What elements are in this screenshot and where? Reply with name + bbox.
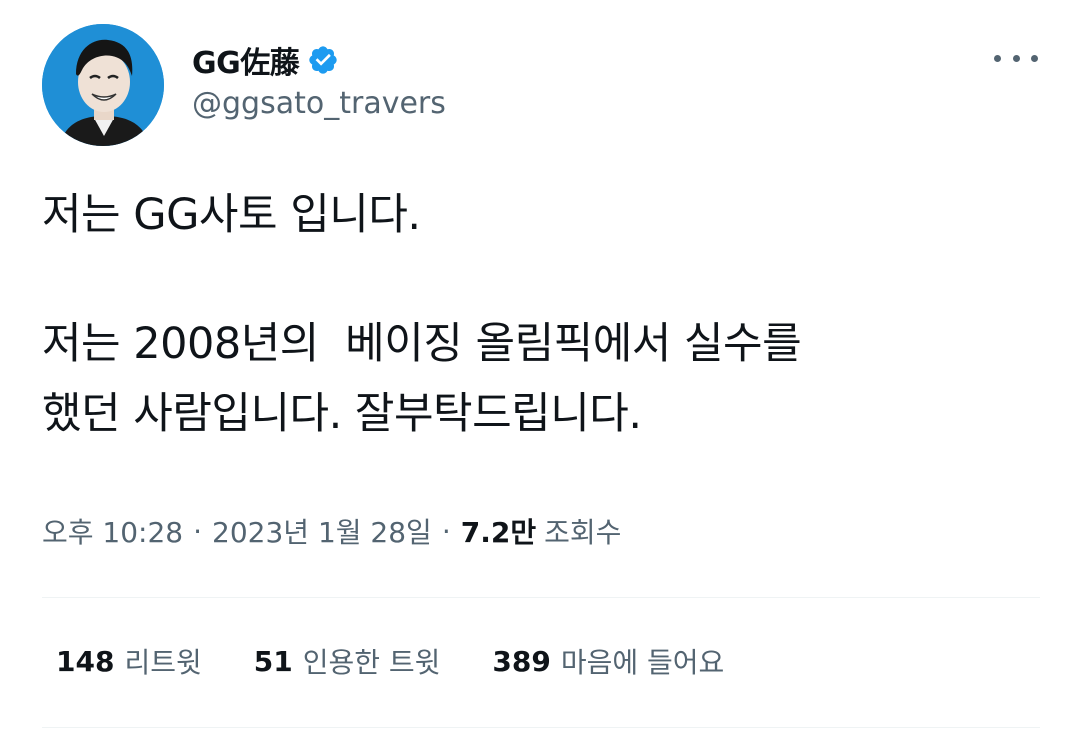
tweet-header: GG佐藤 @ggsato_travers [42, 24, 1042, 148]
divider [42, 727, 1040, 728]
name-row: GG佐藤 [192, 38, 339, 82]
engagement-stats: 148 리트윗 51 인용한 트윗 389 마음에 들어요 [56, 638, 776, 684]
quote-tweets-label: 인용한 트윗 [302, 646, 441, 679]
user-handle[interactable]: @ggsato_travers [192, 86, 446, 121]
tweet-text: 저는 GG사토 입니다. 저는 2008년의 베이징 올림픽에서 실수를 했던 … [42, 180, 1042, 449]
retweets-count: 148 [56, 644, 115, 678]
more-dot [1031, 54, 1038, 62]
likes-stat[interactable]: 389 마음에 들어요 [492, 641, 724, 681]
tweet-date[interactable]: 2023년 1월 28일 [212, 511, 432, 551]
tweet-time[interactable]: 오후 10:28 [42, 511, 183, 551]
tweet-paragraph: 저는 2008년의 베이징 올림픽에서 실수를 했던 사람입니다. 잘부탁드립니… [42, 319, 802, 439]
more-options-icon[interactable] [994, 44, 1038, 72]
tweet-paragraph: 저는 GG사토 입니다. [42, 190, 421, 240]
verified-badge-icon[interactable] [307, 44, 339, 76]
avatar-image [42, 24, 164, 146]
meta-separator: · [193, 514, 203, 548]
retweets-label: 리트윗 [124, 646, 202, 679]
display-name[interactable]: GG佐藤 [192, 38, 300, 82]
likes-label: 마음에 들어요 [560, 646, 725, 679]
retweets-stat[interactable]: 148 리트윗 [56, 641, 202, 681]
likes-count: 389 [492, 644, 551, 678]
quote-tweets-stat[interactable]: 51 인용한 트윗 [254, 641, 441, 681]
more-dot [1012, 54, 1020, 62]
tweet-meta: 오후 10:28 · 2023년 1월 28일 · 7.2만 조회수 [42, 508, 621, 554]
more-dot [994, 54, 1001, 62]
quote-tweets-count: 51 [253, 644, 293, 678]
views-label: 조회수 [544, 516, 622, 549]
meta-separator: · [441, 514, 451, 548]
views-count: 7.2만 [460, 516, 537, 549]
avatar[interactable] [42, 24, 164, 146]
divider [42, 597, 1040, 598]
